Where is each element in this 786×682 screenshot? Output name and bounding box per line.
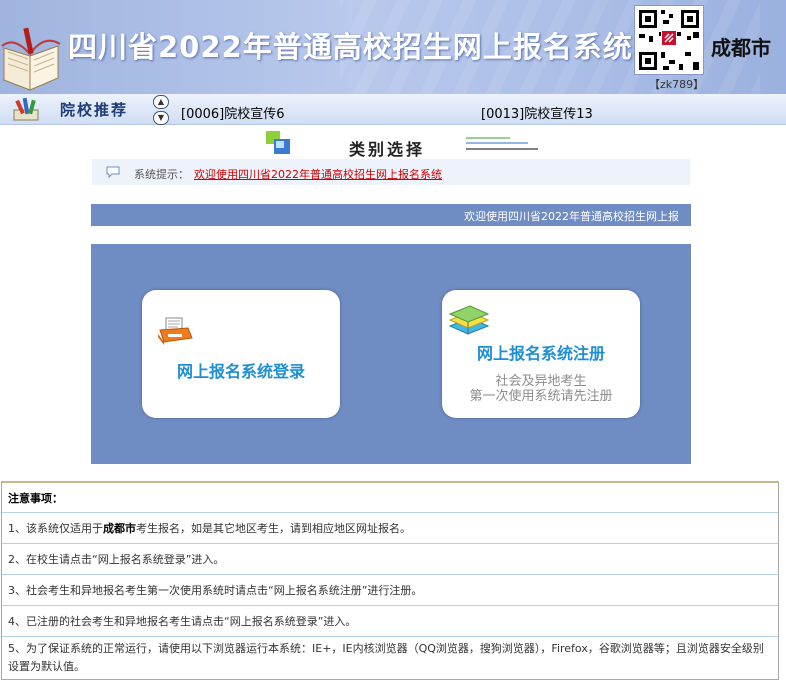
note-item-2: 2、在校生请点击“网上报名系统登录”进入。 (2, 544, 778, 575)
note-item-1: 1、该系统仅适用于 成都市 考生报名，如是其它地区考生，请到相应地区网址报名。 (2, 513, 778, 544)
recommend-link-6[interactable]: [0006]院校宣传6 (181, 103, 285, 122)
note-item-4: 4、已注册的社会考生和异地报名考生请点击“网上报名系统登录”进入。 (2, 606, 778, 637)
login-button[interactable]: 网上报名系统登录 (142, 290, 340, 418)
register-sub-1: 社会及异地考生 (495, 374, 587, 389)
note-item-1-city: 成都市 (103, 522, 136, 535)
register-label: 网上报名系统注册 (476, 344, 605, 363)
category-underline (466, 137, 538, 150)
books-icon (448, 305, 490, 335)
note-item-3: 3、社会考生和异地报名考生第一次使用系统时请点击“网上报名系统注册”进行注册。 (2, 575, 778, 606)
recommend-link-13[interactable]: [0013]院校宣传13 (481, 103, 593, 122)
page-title: 四川省2022年普通高校招生网上报名系统 (68, 30, 633, 64)
scroll-up-button[interactable]: ▲ (153, 95, 169, 109)
login-label: 网上报名系统登录 (176, 362, 305, 381)
city-name: 成都市 (711, 36, 771, 60)
speech-bubble-icon (106, 166, 120, 178)
qr-code (634, 5, 704, 75)
notice-link[interactable]: 欢迎使用四川省2022年普通高校招生网上报名系统 (194, 166, 442, 182)
note-item-5: 5、为了保证系统的正常运行，请使用以下浏览器运行本系统：IE+，IE内核浏览器（… (8, 642, 764, 673)
notes-heading: 注意事项： (2, 483, 778, 513)
recommend-title: 院校推荐 (60, 101, 129, 119)
entry-panel: 网上报名系统登录 网上报名系统注册 社会及异地考生 第一次使用系统请先注册 (91, 244, 691, 464)
pen-icon (13, 97, 39, 121)
squares-icon (266, 131, 290, 154)
register-sub-2: 第一次使用系统请先注册 (469, 389, 613, 404)
note-item-1-post: 考生报名，如是其它地区考生，请到相应地区网址报名。 (136, 522, 411, 535)
scrolling-text: 欢迎使用四川省2022年普通高校招生网上报 (464, 210, 679, 223)
qr-code-label: 【zk789】 (649, 78, 705, 91)
scrolling-banner: 欢迎使用四川省2022年普通高校招生网上报 (91, 204, 691, 226)
recommend-bar: 院校推荐 ▲ ▼ [0006]院校宣传6 [0013]院校宣传13 (0, 94, 786, 125)
scroll-down-button[interactable]: ▼ (153, 111, 169, 125)
register-button[interactable]: 网上报名系统注册 社会及异地考生 第一次使用系统请先注册 (442, 290, 640, 418)
notes-table: 注意事项： 1、该系统仅适用于 成都市 考生报名，如是其它地区考生，请到相应地区网址… (1, 481, 779, 680)
header-banner: 四川省2022年普通高校招生网上报名系统 【zk789】 成都市 (0, 0, 786, 94)
note-item-1-pre: 1、该系统仅适用于 (8, 522, 103, 535)
book-icon (1, 27, 61, 91)
system-notice: 系统提示： 欢迎使用四川省2022年普通高校招生网上报名系统 (92, 159, 690, 185)
category-title: 类别选择 (349, 140, 426, 159)
printer-icon (158, 317, 193, 345)
recommend-scroll: ▲ ▼ (153, 95, 169, 125)
notice-label: 系统提示： (134, 168, 189, 181)
